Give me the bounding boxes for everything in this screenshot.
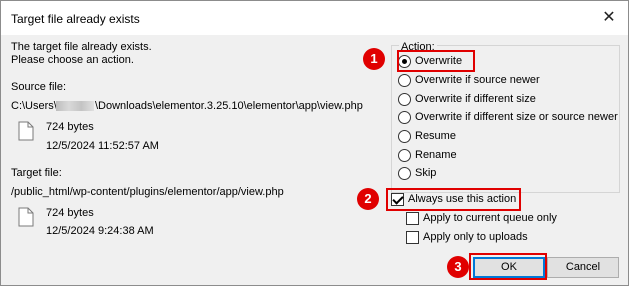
target-size: 724 bytes [46,207,94,219]
target-date: 12/5/2024 9:24:38 AM [46,225,154,237]
source-date: 12/5/2024 11:52:57 AM [46,140,159,152]
message-line-2: Please choose an action. [11,54,134,66]
checkbox[interactable] [406,212,419,225]
checkbox[interactable] [406,231,419,244]
dialog-body: The target file already exists. Please c… [1,35,628,285]
step-3-badge: 3 [447,256,469,278]
radio-label: Skip [415,167,437,179]
target-path: /public_html/wp-content/plugins/elemento… [11,186,284,198]
file-icon [18,121,34,141]
step-2-badge: 2 [357,188,379,210]
source-file-label: Source file: [11,81,67,93]
radio-label: Rename [415,149,457,161]
file-exists-dialog: Target file already exists ✕ The target … [0,0,629,286]
annotation-highlight-ok [469,253,547,280]
annotation-highlight-overwrite [397,50,475,72]
annotation-highlight-always-use [386,188,521,211]
radio-button[interactable] [398,130,411,143]
radio-button[interactable] [398,167,411,180]
checkbox-label: Apply to current queue only [423,212,557,224]
message-line-1: The target file already exists. [11,41,152,53]
cancel-button[interactable]: Cancel [547,257,619,278]
radio-button[interactable] [398,111,411,124]
file-icon [18,207,34,227]
source-path-suffix: \Downloads\elementor.3.25.10\elementor\a… [95,100,363,112]
radio-label: Resume [415,130,456,142]
radio-button[interactable] [398,149,411,162]
redacted-username [56,101,94,111]
step-1-badge: 1 [363,48,385,70]
source-size: 724 bytes [46,121,94,133]
checkbox-label: Apply only to uploads [423,231,528,243]
radio-button[interactable] [398,93,411,106]
radio-label: Overwrite if different size or source ne… [415,111,618,123]
target-file-label: Target file: [11,167,62,179]
title-bar: Target file already exists ✕ [1,1,628,35]
radio-label: Overwrite if source newer [415,74,540,86]
radio-button[interactable] [398,74,411,87]
close-icon[interactable]: ✕ [598,7,620,29]
dialog-title: Target file already exists [11,12,140,26]
radio-label: Overwrite if different size [415,93,536,105]
source-path-prefix: C:\Users\ [11,100,57,112]
